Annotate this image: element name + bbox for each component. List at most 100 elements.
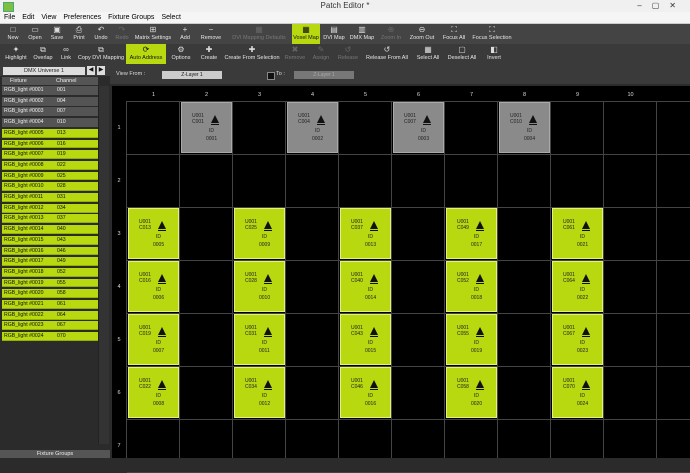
add-button[interactable]: + Add bbox=[174, 24, 196, 44]
window-controls[interactable]: –▢✕ bbox=[637, 1, 686, 10]
fixture-cell[interactable]: U001 C019 ID 0007 bbox=[128, 314, 179, 365]
fixture-row[interactable]: RGB_light #0022 064 bbox=[2, 310, 98, 320]
zoom-out-button[interactable]: ⊖ Zoom Out bbox=[406, 24, 438, 44]
menu-edit[interactable]: Edit bbox=[22, 12, 34, 23]
fixture-row[interactable]: RGB_light #0019 055 bbox=[2, 278, 98, 288]
save-button[interactable]: ▣ Save bbox=[46, 24, 68, 44]
fixture-cell[interactable]: U001 C037 ID 0013 bbox=[340, 208, 391, 259]
fixture-row[interactable]: RGB_light #0011 031 bbox=[2, 193, 98, 202]
prev-universe-button[interactable]: ◀ bbox=[87, 66, 95, 75]
fixture-name: RGB_light #0016 bbox=[4, 247, 44, 254]
focus-selection-button[interactable]: ⛶ Focus Selection bbox=[470, 24, 514, 44]
fixture-cell[interactable]: U001 C043 ID 0015 bbox=[340, 314, 391, 365]
fixture-cell[interactable]: U001 C064 ID 0022 bbox=[552, 261, 603, 312]
print-button[interactable]: ⎙ Print bbox=[68, 24, 90, 44]
fixture-column-header[interactable]: Fixture bbox=[10, 77, 27, 85]
fixture-row[interactable]: RGB_light #0004 010 bbox=[2, 118, 98, 127]
fixture-cell[interactable]: U001 C061 ID 0021 bbox=[552, 208, 603, 259]
fixture-row[interactable]: RGB_light #0015 043 bbox=[2, 235, 98, 245]
fixture-row[interactable]: RGB_light #0007 019 bbox=[2, 150, 98, 160]
create-button[interactable]: ✚ Create bbox=[196, 44, 222, 64]
fixture-row[interactable]: RGB_light #0013 037 bbox=[2, 214, 98, 224]
dvi-map-button[interactable]: ▤ DVI Map bbox=[320, 24, 348, 44]
to-checkbox[interactable] bbox=[267, 72, 275, 80]
fixture-cell[interactable]: U001 C010 ID 0004 bbox=[499, 102, 550, 153]
fixture-cell[interactable]: U001 C028 ID 0010 bbox=[234, 261, 285, 312]
fixture-row[interactable]: RGB_light #0010 028 bbox=[2, 182, 98, 192]
fixture-row[interactable]: RGB_light #0012 034 bbox=[2, 203, 98, 213]
new-button[interactable]: □ New bbox=[2, 24, 24, 44]
menu-fixture-groups[interactable]: Fixture Groups bbox=[108, 12, 154, 23]
fixture-cell[interactable]: U001 C067 ID 0023 bbox=[552, 314, 603, 365]
view-from-select[interactable]: Z-Layer 1 bbox=[162, 71, 222, 79]
fixture-row[interactable]: RGB_light #0020 058 bbox=[2, 289, 98, 299]
fixture-row[interactable]: RGB_light #0014 040 bbox=[2, 225, 98, 234]
redo-button[interactable]: ↷ Redo bbox=[112, 24, 132, 44]
select-all-button[interactable]: ▦ Select All bbox=[412, 44, 444, 64]
assign-button[interactable]: ✎ Assign bbox=[308, 44, 334, 64]
fixture-cell[interactable]: U001 C049 ID 0017 bbox=[446, 208, 497, 259]
overlap-button[interactable]: ⧉ Overlap bbox=[30, 44, 56, 64]
fixture-row[interactable]: RGB_light #0018 052 bbox=[2, 267, 98, 277]
fixture-row[interactable]: RGB_light #0003 007 bbox=[2, 107, 98, 117]
dmx-map-button[interactable]: ▥ DMX Map bbox=[348, 24, 376, 44]
deselect-all-button[interactable]: ▢ Deselect All bbox=[444, 44, 480, 64]
dvi-mapping-defaults-button[interactable]: ▦ DVI Mapping Defaults bbox=[226, 24, 292, 44]
fixture-groups-tab[interactable]: Fixture Groups bbox=[0, 450, 110, 458]
remove-button[interactable]: − Remove bbox=[196, 24, 226, 44]
voxel-map-button[interactable]: ▦ Voxel Map bbox=[292, 24, 320, 44]
fixture-cell[interactable]: U001 C052 ID 0018 bbox=[446, 261, 497, 312]
fixture-cell[interactable]: U001 C022 ID 0008 bbox=[128, 367, 179, 418]
fixture-cell[interactable]: U001 C004 ID 0002 bbox=[287, 102, 338, 153]
create-from-selection-button[interactable]: ✚ Create From Selection bbox=[222, 44, 282, 64]
fixture-row[interactable]: RGB_light #0017 049 bbox=[2, 257, 98, 267]
release-from-all-button[interactable]: ↺ Release From All bbox=[362, 44, 412, 64]
fixture-row[interactable]: RGB_light #0006 016 bbox=[2, 139, 98, 149]
fixture-cell[interactable]: U001 C013 ID 0005 bbox=[128, 208, 179, 259]
menu-view[interactable]: View bbox=[41, 12, 56, 23]
fixture-cell[interactable]: U001 C070 ID 0024 bbox=[552, 367, 603, 418]
fixture-cell[interactable]: U001 C025 ID 0009 bbox=[234, 208, 285, 259]
to-select[interactable]: Z-Layer 1 bbox=[294, 71, 354, 79]
fixture-cell[interactable]: U001 C046 ID 0016 bbox=[340, 367, 391, 418]
fixture-cell[interactable]: U001 C040 ID 0014 bbox=[340, 261, 391, 312]
undo-button[interactable]: ↶ Undo bbox=[90, 24, 112, 44]
focus-all-button[interactable]: ⛶ Focus All bbox=[438, 24, 470, 44]
menu-preferences[interactable]: Preferences bbox=[63, 12, 101, 23]
fixture-row[interactable]: RGB_light #0001 001 bbox=[2, 86, 98, 95]
copy-dvi-mapping-button[interactable]: ⧉ Copy DVI Mapping bbox=[76, 44, 126, 64]
auto-address-button[interactable]: ⟳ Auto Address bbox=[126, 44, 166, 64]
fixture-row[interactable]: RGB_light #0016 046 bbox=[2, 246, 98, 256]
fixture-name: RGB_light #0011 bbox=[4, 194, 44, 200]
menu-select[interactable]: Select bbox=[161, 12, 180, 23]
fixture-cell[interactable]: U001 C034 ID 0012 bbox=[234, 367, 285, 418]
open-button[interactable]: ▭ Open bbox=[24, 24, 46, 44]
matrix-settings-button[interactable]: ⊞ Matrix Settings bbox=[132, 24, 174, 44]
fixture-row[interactable]: RGB_light #0023 067 bbox=[2, 321, 98, 331]
next-universe-button[interactable]: ▶ bbox=[97, 66, 105, 75]
fixture-cell[interactable]: U001 C058 ID 0020 bbox=[446, 367, 497, 418]
release-button[interactable]: ↺ Release bbox=[334, 44, 362, 64]
zoom-in-button[interactable]: ⊕ Zoom In bbox=[376, 24, 406, 44]
fixture-row[interactable]: RGB_light #0008 022 bbox=[2, 160, 98, 170]
remove-button[interactable]: ✖ Remove bbox=[282, 44, 308, 64]
options-button[interactable]: ⚙ Options bbox=[166, 44, 196, 64]
invert-button[interactable]: ◧ Invert bbox=[480, 44, 508, 64]
fixture-list-scrollbar[interactable] bbox=[98, 86, 109, 444]
channel-column-header[interactable]: Channel bbox=[56, 77, 77, 85]
link-button[interactable]: ∞ Link bbox=[56, 44, 76, 64]
fixture-row[interactable]: RGB_light #0002 004 bbox=[2, 96, 98, 106]
fixture-cell[interactable]: U001 C007 ID 0003 bbox=[393, 102, 444, 153]
fixture-row[interactable]: RGB_light #0021 061 bbox=[2, 300, 98, 309]
fixture-cell[interactable]: U001 C016 ID 0006 bbox=[128, 261, 179, 312]
grid-line-horizontal bbox=[127, 419, 690, 420]
fixture-cell[interactable]: U001 C001 ID 0001 bbox=[181, 102, 232, 153]
menu-file[interactable]: File bbox=[4, 12, 15, 23]
fixture-row[interactable]: RGB_light #0024 070 bbox=[2, 332, 98, 341]
fixture-cell[interactable]: U001 C031 ID 0011 bbox=[234, 314, 285, 365]
highlight-button[interactable]: ✦ Highlight bbox=[2, 44, 30, 64]
fixture-row[interactable]: RGB_light #0009 025 bbox=[2, 171, 98, 181]
fixture-row[interactable]: RGB_light #0005 013 bbox=[2, 128, 98, 138]
fixture-cell[interactable]: U001 C055 ID 0019 bbox=[446, 314, 497, 365]
universe-select[interactable]: DMX Universe 1 bbox=[3, 67, 85, 75]
